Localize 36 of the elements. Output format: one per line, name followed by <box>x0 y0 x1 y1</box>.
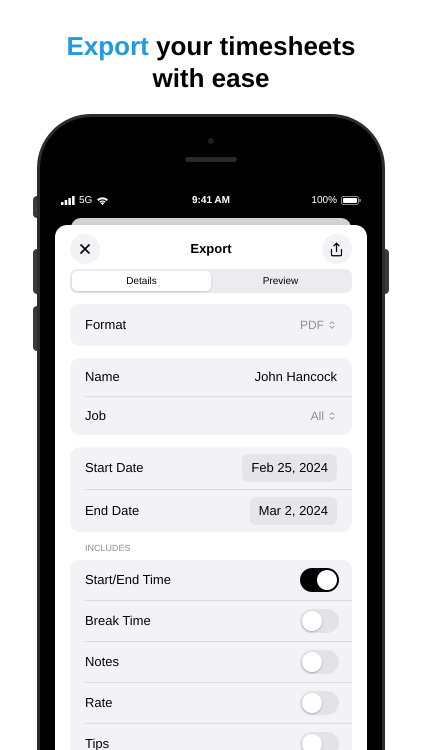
battery-label: 100% <box>311 194 337 208</box>
chevron-icon <box>327 411 337 421</box>
close-button[interactable] <box>70 234 100 264</box>
share-icon <box>329 242 344 256</box>
row-label: Job <box>85 407 106 426</box>
toggle-switch[interactable] <box>300 732 339 750</box>
row-label: Start Date <box>85 459 144 478</box>
section-header: INCLUDES <box>84 542 132 555</box>
date-button[interactable]: Feb 25, 2024 <box>242 454 337 482</box>
battery-icon <box>340 196 361 205</box>
clock: 9:41 AM <box>192 194 230 208</box>
row-label: Start/End Time <box>85 570 171 589</box>
wifi-icon <box>96 196 110 205</box>
row-label: Break Time <box>85 612 151 630</box>
row-label: Name <box>85 368 120 386</box>
toggle-switch[interactable] <box>300 650 339 674</box>
speaker <box>185 157 237 162</box>
network-label: 5G <box>79 194 92 208</box>
signal-icon <box>61 196 75 205</box>
toggle-switch[interactable] <box>300 690 339 714</box>
chevron-icon <box>327 320 337 330</box>
share-button[interactable] <box>322 234 352 264</box>
row-label: Rate <box>85 694 112 712</box>
camera <box>208 138 214 144</box>
toggle-switch[interactable] <box>300 608 339 632</box>
date-button[interactable]: Mar 2, 2024 <box>250 497 337 525</box>
headline: Export your timesheets with ease <box>66 30 356 94</box>
row-label: Notes <box>85 652 119 671</box>
close-icon <box>77 241 93 257</box>
segment-tab[interactable]: Details <box>72 271 211 291</box>
row-value: John Hancock <box>254 368 337 386</box>
row-label: Format <box>85 316 126 334</box>
row-label: End Date <box>85 502 140 520</box>
segment-tab[interactable]: Preview <box>211 271 350 291</box>
sheet-title: Export <box>190 240 232 258</box>
toggle-switch[interactable] <box>300 568 339 592</box>
